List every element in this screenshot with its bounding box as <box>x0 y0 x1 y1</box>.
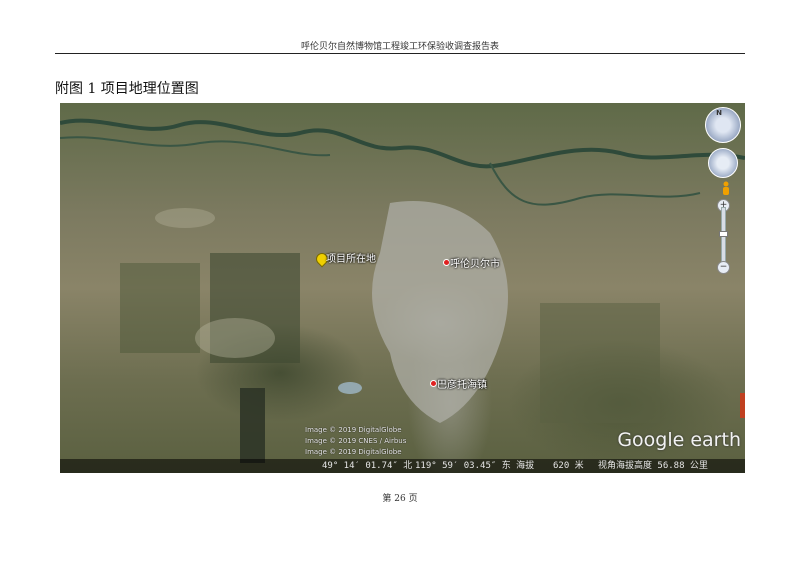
satellite-map[interactable]: 项目所在地 呼伦贝尔市 巴彦托海镇 Image © 2019 DigitalGl… <box>60 103 745 473</box>
page-number: 第 26 页 <box>382 494 418 504</box>
north-indicator: N <box>716 109 722 117</box>
city-marker[interactable] <box>443 259 450 266</box>
map-status-bar: 49° 14′ 01.74″ 北 119° 59′ 03.45″ 东 海拔 62… <box>60 459 745 473</box>
city-label: 呼伦贝尔市 <box>450 259 500 270</box>
zoom-slider-track[interactable] <box>721 207 726 269</box>
map-scroll-indicator[interactable] <box>740 393 745 418</box>
town-marker[interactable] <box>430 380 437 387</box>
project-location-label: 项目所在地 <box>326 254 376 265</box>
google-earth-logo: Google earth <box>617 429 741 451</box>
navigation-compass[interactable]: N <box>705 107 741 143</box>
latitude-readout: 49° 14′ 01.74″ 北 <box>322 461 413 471</box>
page-header: 呼伦贝尔自然博物馆工程竣工环保验收调查报告表 <box>300 42 499 52</box>
credit-line: Image © 2019 DigitalGlobe <box>305 448 402 456</box>
figure-caption: 附图 1 项目地理位置图 <box>55 81 199 97</box>
longitude-readout: 119° 59′ 03.45″ 东 海拔 <box>415 461 535 471</box>
zoom-out-button[interactable]: − <box>717 261 730 274</box>
map-terrain <box>60 118 745 463</box>
credit-line: Image © 2019 CNES / Airbus <box>305 437 407 445</box>
zoom-slider-thumb[interactable] <box>719 231 728 237</box>
header-rule <box>55 53 745 54</box>
credit-line: Image © 2019 DigitalGlobe <box>305 426 402 434</box>
street-view-person-icon[interactable] <box>721 181 731 195</box>
look-around-control[interactable] <box>708 148 738 178</box>
town-label: 巴彦托海镇 <box>437 380 487 391</box>
elevation-readout: 620 米 <box>553 461 584 471</box>
imagery-credits: Image © 2019 DigitalGlobe Image © 2019 C… <box>305 425 406 458</box>
eye-altitude-readout: 视角海拔高度 56.88 公里 <box>598 461 708 471</box>
